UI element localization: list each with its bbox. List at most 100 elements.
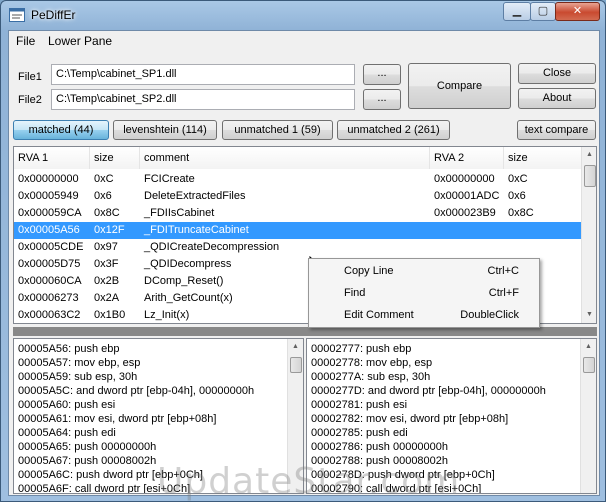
code-line: 00002786: push 00000000h [311, 441, 449, 453]
table-cell: _FDIIsCabinet [144, 207, 215, 219]
menu-item-label: Find [344, 287, 366, 299]
table-row[interactable]: 0x00005A56 0x12F _FDITruncateCabinet [14, 222, 582, 239]
table-cell: 0x3F [94, 258, 119, 270]
context-menu: Copy Line Ctrl+C Find Ctrl+F Edit Comment Dou… [308, 258, 540, 328]
browse-file2-button[interactable]: ... [363, 89, 401, 110]
code-line: 00005A5C: and dword ptr [ebp-04h], 00000… [18, 385, 255, 397]
table-cell: Lz_Init(x) [144, 309, 190, 321]
maximize-button[interactable]: ▢ [530, 2, 556, 21]
table-cell: 0x00001ADC [434, 190, 500, 202]
file2-input[interactable]: C:\Temp\cabinet_SP2.dll [51, 89, 355, 110]
table-cell: 0xC [508, 173, 528, 185]
table-cell: _QDICreateDecompression [144, 241, 280, 253]
menu-item-shortcut: Ctrl+F [488, 287, 519, 299]
table-cell: 0x8C [508, 207, 534, 219]
tab-matched[interactable]: matched (44) [13, 120, 109, 140]
file2-label: File2 [18, 94, 42, 106]
scroll-down-icon[interactable]: ▼ [582, 307, 596, 323]
code-line: 00002785: push edi [311, 427, 408, 439]
context-menu-item[interactable]: Copy Line Ctrl+C [311, 261, 537, 281]
minimize-button[interactable]: ▁ [503, 2, 531, 21]
scroll-thumb[interactable] [584, 165, 596, 187]
table-row[interactable]: 0x00005CDE 0x97 _QDICreateDecompression [14, 239, 582, 256]
code-line: 00005A56: push ebp [18, 343, 120, 355]
pane-splitter[interactable] [13, 327, 597, 336]
scroll-up-icon[interactable]: ▲ [288, 339, 303, 355]
menu-file[interactable]: File [16, 34, 35, 48]
table-cell: 0x00005949 [18, 190, 79, 202]
table-cell: 0x97 [94, 241, 118, 253]
browse-file1-button[interactable]: ... [363, 64, 401, 85]
table-row[interactable]: 0x00000000 0xC FCICreate 0x00000000 0xC [14, 171, 582, 188]
column-header-rva2[interactable]: RVA 2 [430, 147, 504, 169]
code-line: 00005A59: sub esp, 30h [18, 371, 138, 383]
code-line: 00005A64: push edi [18, 427, 116, 439]
title-bar[interactable]: PeDiffEr ▁ ▢ ✕ [1, 1, 605, 29]
table-cell: 0x000063C2 [18, 309, 81, 321]
table-cell: 0x12F [94, 224, 125, 236]
table-cell: 0x00005D75 [18, 258, 81, 270]
menu-item-shortcut: DoubleClick [460, 309, 519, 321]
file1-label: File1 [18, 71, 42, 83]
menu-item-label: Edit Comment [344, 309, 414, 321]
table-cell: DeleteExtractedFiles [144, 190, 246, 202]
close-window-button[interactable]: ✕ [555, 2, 600, 21]
code-line: 00002782: mov esi, dword ptr [ebp+08h] [311, 413, 509, 425]
about-button[interactable]: About [518, 88, 596, 109]
file1-input[interactable]: C:\Temp\cabinet_SP1.dll [51, 64, 355, 85]
column-header-rva1[interactable]: RVA 1 [14, 147, 90, 169]
table-cell: DComp_Reset() [144, 275, 224, 287]
table-cell: FCICreate [144, 173, 195, 185]
table-cell: 0x6 [94, 190, 112, 202]
table-row[interactable]: 0x00005949 0x6 DeleteExtractedFiles 0x00001… [14, 188, 582, 205]
table-row[interactable]: 0x000059CA 0x8C _FDIIsCabinet 0x000023B9 0x8… [14, 205, 582, 222]
table-cell: 0x000023B9 [434, 207, 496, 219]
table-cell: 0x1B0 [94, 309, 126, 321]
table-cell: _QDIDecompress [144, 258, 232, 270]
code-line: 00005A60: push esi [18, 399, 116, 411]
column-header-comment[interactable]: comment [140, 147, 430, 169]
column-header-size2[interactable]: size [504, 147, 582, 169]
watermark: UpdateStar.com [157, 461, 461, 502]
table-cell: 0x00005CDE [18, 241, 84, 253]
table-cell: 0x00000000 [18, 173, 79, 185]
code-line: 00005A61: mov esi, dword ptr [ebp+08h] [18, 413, 217, 425]
table-cell: 0xC [94, 173, 114, 185]
tab-unmatched-1[interactable]: unmatched 1 (59) [222, 120, 333, 140]
context-menu-item[interactable]: Edit Comment DoubleClick [311, 305, 537, 325]
table-cell: _FDITruncateCabinet [144, 224, 249, 236]
table-cell: Arith_GetCount(x) [144, 292, 233, 304]
code-line: 00002781: push esi [311, 399, 408, 411]
table-cell: 0x2A [94, 292, 120, 304]
code-line: 00005A57: mov ebp, esp [18, 357, 141, 369]
right-pane-scrollbar[interactable]: ▲ [580, 339, 596, 493]
menu-item-shortcut: Ctrl+C [487, 265, 519, 277]
table-cell: 0x6 [508, 190, 526, 202]
code-line: 00005A65: push 00000000h [18, 441, 157, 453]
table-cell: 0x00000000 [434, 173, 495, 185]
scroll-thumb[interactable] [583, 357, 595, 373]
code-line: 0000277D: and dword ptr [ebp-04h], 00000… [311, 385, 546, 397]
code-line: 00002777: push ebp [311, 343, 412, 355]
table-cell: 0x000059CA [18, 207, 82, 219]
column-header-size1[interactable]: size [90, 147, 140, 169]
tab-levenshtein[interactable]: levenshtein (114) [113, 120, 217, 140]
client-area: File Lower Pane File1 C:\Temp\cabinet_SP… [8, 30, 600, 502]
context-menu-item[interactable]: Find Ctrl+F [311, 283, 537, 303]
window-title: PeDiffEr [31, 8, 76, 22]
scroll-up-icon[interactable]: ▲ [582, 147, 596, 163]
scroll-up-icon[interactable]: ▲ [581, 339, 596, 355]
code-line: 00002778: mov ebp, esp [311, 357, 433, 369]
text-compare-button[interactable]: text compare [517, 120, 596, 140]
table-cell: 0x2B [94, 275, 120, 287]
close-button[interactable]: Close [518, 63, 596, 84]
code-line: 00005A67: push 00008002h [18, 455, 157, 467]
menu-item-label: Copy Line [344, 265, 394, 277]
list-scrollbar[interactable]: ▲ ▼ [581, 147, 596, 323]
tab-unmatched-2[interactable]: unmatched 2 (261) [337, 120, 450, 140]
scroll-thumb[interactable] [290, 357, 302, 373]
menu-lower-pane[interactable]: Lower Pane [48, 34, 112, 48]
app-icon [9, 8, 25, 22]
table-cell: 0x8C [94, 207, 120, 219]
compare-button[interactable]: Compare [408, 63, 511, 109]
